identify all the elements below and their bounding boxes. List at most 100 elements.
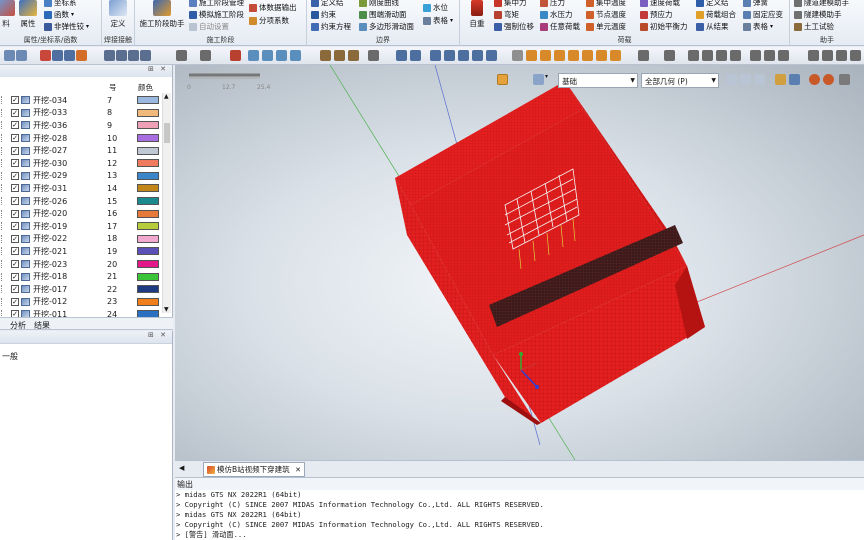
define-boundary-button[interactable]: 定义结	[311, 0, 344, 8]
spring-button[interactable]: 弹簧	[743, 0, 768, 8]
pick-icon[interactable]	[76, 50, 87, 61]
color-swatch[interactable]	[137, 209, 159, 218]
tunnel-model-button[interactable]: 隧建模助手	[794, 9, 842, 20]
display-options-icon[interactable]	[497, 74, 508, 85]
visibility-checkbox[interactable]: ✓	[11, 121, 19, 130]
mirror-icon[interactable]	[290, 50, 301, 61]
move-icon[interactable]	[262, 50, 273, 61]
redraw-icon[interactable]	[486, 50, 497, 61]
rotate-view-icon[interactable]	[458, 50, 469, 61]
chevron-down-icon[interactable]: ▾	[545, 73, 548, 80]
rotate-icon[interactable]	[276, 50, 287, 61]
visibility-checkbox[interactable]: ✓	[11, 272, 19, 281]
pin-icon[interactable]: ⊞	[148, 65, 154, 73]
tree-scrollbar[interactable]: ▲ ▼	[162, 93, 171, 313]
visibility-checkbox[interactable]: ✓	[11, 197, 19, 206]
label-icon[interactable]	[808, 50, 819, 61]
arbitrary-load-button[interactable]: 任意荷载	[540, 21, 580, 32]
color-swatch[interactable]	[137, 234, 159, 243]
visibility-checkbox[interactable]: ✓	[11, 96, 19, 105]
tab-result[interactable]: 结果	[34, 320, 50, 331]
view-iso-icon[interactable]	[568, 50, 579, 61]
soil-test-button[interactable]: 土工试验	[794, 21, 834, 32]
view-custom-icon[interactable]	[610, 50, 621, 61]
project-icon[interactable]	[348, 50, 359, 61]
nonlinear-button[interactable]: 非弹性铰 ▾	[44, 21, 89, 32]
color-swatch[interactable]	[137, 159, 159, 168]
tree-item[interactable]: ✓ 开挖-033 8	[0, 107, 162, 120]
function-button[interactable]: 函数 ▾	[44, 9, 74, 20]
filter-view-icon[interactable]	[726, 74, 737, 85]
concentrated-temp-button[interactable]: 集中温度	[586, 0, 626, 8]
forced-displacement-button[interactable]: 强制位移	[494, 21, 534, 32]
deselect-icon[interactable]	[789, 74, 800, 85]
show-icon[interactable]	[750, 50, 761, 61]
visibility-checkbox[interactable]: ✓	[11, 171, 19, 180]
color-swatch[interactable]	[137, 285, 159, 294]
constraint-equation-button[interactable]: 约束方程	[311, 21, 351, 32]
color-swatch[interactable]	[137, 260, 159, 269]
cube-view-icon[interactable]	[638, 50, 649, 61]
color-icon[interactable]	[822, 50, 833, 61]
tree-item[interactable]: ✓ 开挖-028 10	[0, 132, 162, 145]
auto-setup-button[interactable]: 自动设置	[189, 21, 229, 32]
color-swatch[interactable]	[137, 134, 159, 143]
table-button[interactable]: 表格 ▾	[423, 15, 453, 26]
visibility-checkbox[interactable]: ✓	[11, 222, 19, 231]
grid-icon[interactable]	[104, 50, 115, 61]
tree-item[interactable]: ✓ 开挖-027 11	[0, 144, 162, 157]
scale-icon[interactable]	[320, 50, 331, 61]
tree-item[interactable]: ✓ 开挖-029 13	[0, 170, 162, 183]
visibility-checkbox[interactable]: ✓	[11, 146, 19, 155]
view-right-icon[interactable]	[554, 50, 565, 61]
tree-item[interactable]: ✓ 开挖-021 19	[0, 245, 162, 258]
group-icon[interactable]	[778, 50, 789, 61]
color-swatch[interactable]	[137, 184, 159, 193]
pin-icon[interactable]: ⊞	[148, 331, 154, 339]
view-select[interactable]: 基础 ▼	[558, 73, 638, 88]
moment-button[interactable]: 弯矩	[494, 9, 519, 20]
tree-item[interactable]: ✓ 开挖-031 14	[0, 182, 162, 195]
view-top-icon[interactable]	[526, 50, 537, 61]
hash-icon[interactable]	[200, 50, 211, 61]
select-icon[interactable]	[52, 50, 63, 61]
snap-icon[interactable]	[116, 50, 127, 61]
select-all-icon[interactable]	[775, 74, 786, 85]
render-icon[interactable]	[664, 50, 675, 61]
velocity-load-button[interactable]: 速度荷载	[640, 0, 680, 8]
zoom-fit-icon[interactable]	[410, 50, 421, 61]
visibility-checkbox[interactable]: ✓	[11, 297, 19, 306]
visibility-checkbox[interactable]: ✓	[11, 108, 19, 117]
section-icon[interactable]	[740, 74, 751, 85]
initial-equilibrium-button[interactable]: 初始平衡力	[640, 21, 688, 32]
tree-item[interactable]: ✓ 开挖-023 20	[0, 258, 162, 271]
property-button[interactable]: 属性	[16, 0, 40, 29]
visibility-checkbox[interactable]: ✓	[11, 234, 19, 243]
tree-item[interactable]: ✓ 开挖-036 9	[0, 119, 162, 132]
document-tab[interactable]: 模仿B站视频下穿建筑 ✕	[203, 462, 305, 477]
coordinate-button[interactable]: 坐标系	[44, 0, 77, 8]
soil-model[interactable]	[395, 81, 705, 425]
pencil-icon[interactable]	[368, 50, 379, 61]
info-icon[interactable]	[809, 74, 820, 85]
visibility-checkbox[interactable]: ✓	[11, 134, 19, 143]
color-swatch[interactable]	[137, 297, 159, 306]
display-icon[interactable]	[764, 50, 775, 61]
view-front-icon[interactable]	[512, 50, 523, 61]
tree-item[interactable]: ✓ 开挖-022 18	[0, 233, 162, 246]
redo-icon[interactable]	[16, 50, 27, 61]
copy-icon[interactable]	[248, 50, 259, 61]
prestress-button[interactable]: 预应力	[640, 9, 673, 20]
view-mode-icon[interactable]	[533, 74, 544, 85]
point-load-button[interactable]: 集中力	[494, 0, 527, 8]
water-level-button[interactable]: 水位	[423, 2, 448, 13]
color-swatch[interactable]	[137, 272, 159, 281]
scroll-thumb[interactable]	[164, 123, 170, 143]
fixed-strain-button[interactable]: 固定应变	[743, 9, 783, 20]
stage-manager-button[interactable]: 施工阶段管理	[189, 0, 244, 8]
define-button[interactable]: 定义	[107, 0, 129, 29]
color-swatch[interactable]	[137, 222, 159, 231]
tab-analysis[interactable]: 分析	[10, 320, 26, 331]
scroll-up-icon[interactable]: ▲	[164, 93, 169, 100]
settings-icon[interactable]	[839, 74, 850, 85]
